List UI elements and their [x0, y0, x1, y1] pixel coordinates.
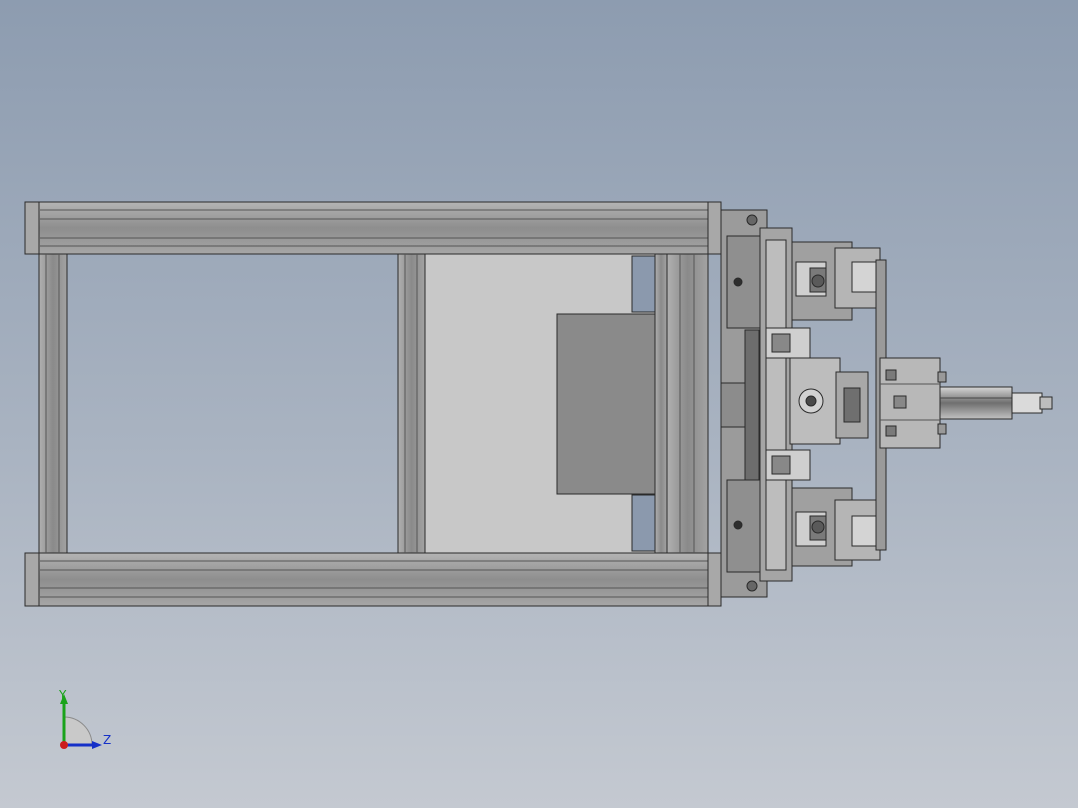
- piston-rod: [939, 386, 1013, 420]
- cad-viewport[interactable]: Y Z: [0, 0, 1078, 808]
- mount-bolt-bottom: [733, 520, 743, 530]
- panel-plate: [424, 253, 656, 554]
- middle-post: [397, 253, 426, 554]
- motor-mount-plate: [556, 313, 656, 495]
- triad-quadrant: [63, 716, 93, 746]
- right-post-outer: [666, 253, 709, 554]
- y-axis-label: Y: [58, 688, 67, 702]
- left-post: [38, 253, 68, 554]
- x-axis-dot: [60, 741, 68, 749]
- mount-bolt-top: [733, 277, 743, 287]
- gripper-mechanism[interactable]: [759, 227, 1053, 582]
- rod-end: [1011, 392, 1043, 414]
- z-axis-label: Z: [103, 733, 111, 747]
- coordinate-triad: Y Z: [58, 688, 111, 749]
- assembly-drawing[interactable]: Y Z: [0, 0, 1078, 808]
- right-post-inner: [654, 253, 668, 554]
